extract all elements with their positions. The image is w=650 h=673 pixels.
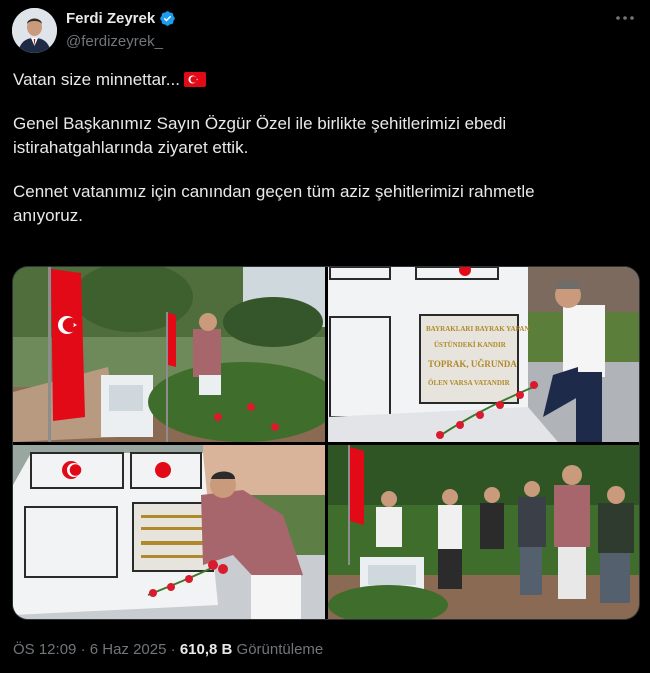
more-options-icon[interactable] [614, 10, 636, 26]
author-info: Ferdi Zeyrek @ferdizeyrek_ [66, 10, 176, 50]
photo-3[interactable] [13, 445, 325, 619]
inscription-line-1: BAYRAKLARI BAYRAK YAPAN [426, 325, 529, 333]
meta-separator: · [170, 641, 176, 658]
tweet-paragraph-2: Genel Başkanımız Sayın Özgür Özel ile bi… [13, 114, 507, 157]
photo-grid: BAYRAKLARI BAYRAK YAPAN ÜSTÜNDEKİ KANDIR… [12, 266, 640, 620]
tweet-paragraph-3: Cennet vatanımız için canından geçen tüm… [13, 182, 535, 225]
inscription-line-2: ÜSTÜNDEKİ KANDIR [434, 341, 507, 349]
verified-badge-icon [160, 11, 175, 26]
tweet-line-1-text: Vatan size minnettar... [13, 70, 180, 89]
tweet-meta: ÖS 12:09 · 6 Haz 2025 · 610,8 B Görüntül… [13, 641, 323, 658]
inscription-line-3: TOPRAK, UĞRUNDA [428, 359, 517, 369]
tweet-date[interactable]: 6 Haz 2025 [90, 641, 167, 658]
author-name[interactable]: Ferdi Zeyrek [66, 10, 176, 27]
views-count: 610,8 B [179, 641, 233, 658]
views-label: Görüntüleme [236, 641, 324, 658]
meta-separator: · [80, 641, 86, 658]
photo-4[interactable] [328, 445, 639, 619]
tweet-time[interactable]: ÖS 12:09 [13, 641, 76, 658]
turkish-flag-icon [183, 72, 206, 87]
photo-1[interactable] [13, 267, 325, 442]
author-handle[interactable]: @ferdizeyrek_ [66, 33, 176, 50]
inscription-line-4: ÖLEN VARSA VATANDIR [428, 379, 511, 387]
tweet-line-1: Vatan size minnettar... [13, 68, 613, 92]
photo-2[interactable]: BAYRAKLARI BAYRAK YAPAN ÜSTÜNDEKİ KANDIR… [328, 267, 639, 442]
tweet-body: Vatan size minnettar... Genel Başkanımız… [13, 68, 613, 248]
author-avatar[interactable] [12, 8, 57, 53]
tweet-header: Ferdi Zeyrek @ferdizeyrek_ [12, 8, 638, 54]
